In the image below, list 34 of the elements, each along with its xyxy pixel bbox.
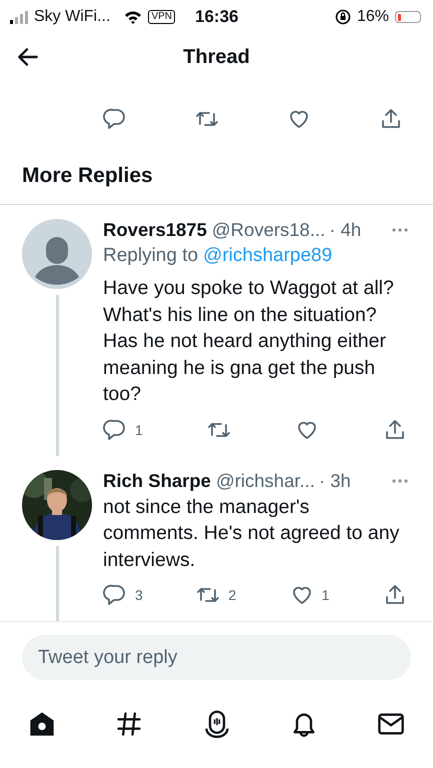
user-handle: @Rovers18... [212,219,326,241]
share-icon[interactable] [379,107,403,131]
user-name[interactable]: Rich Sharpe [103,470,211,492]
action-count: 1 [322,587,330,603]
section-heading: More Replies [0,136,433,205]
action-count: 2 [228,587,236,603]
vpn-badge: VPN [148,10,175,24]
reply-field[interactable]: Tweet your reply [22,635,411,680]
page-title: Thread [183,46,250,68]
tweet-time: · 4h [329,219,362,241]
battery-icon [395,11,421,23]
replying-label: Replying to [103,245,198,267]
user-handle: @richshar... [216,470,315,492]
wifi-icon [124,10,142,24]
microphone-icon[interactable] [202,710,230,738]
carrier-name: Sky WiFi... [34,8,110,26]
avatar-icon [22,219,92,289]
reply-icon[interactable] [103,418,127,442]
tweet-time: · 3h [318,470,351,492]
signal-icon [10,10,28,24]
rotation-lock-icon [334,9,351,25]
home-icon[interactable] [28,710,56,738]
action-count: 1 [135,422,143,438]
action-count: 3 [135,587,143,603]
battery-percent: 16% [356,8,389,26]
hashtag-icon[interactable] [115,710,144,738]
more-icon[interactable] [391,478,409,484]
user-name[interactable]: Rovers1875 [103,219,207,241]
more-icon[interactable] [391,227,409,233]
reply-icon[interactable] [103,583,127,607]
tweet-text: Have you spoke to Waggot at all? What's his line on the situation? Has he not heard anything either meaning he is gna get the push too? [103,276,395,407]
tweet-text: not since the manager's comments. He's not agreed to any interviews. [103,494,400,572]
status-time: 16:36 [195,7,238,27]
reply-icon[interactable] [103,107,127,131]
